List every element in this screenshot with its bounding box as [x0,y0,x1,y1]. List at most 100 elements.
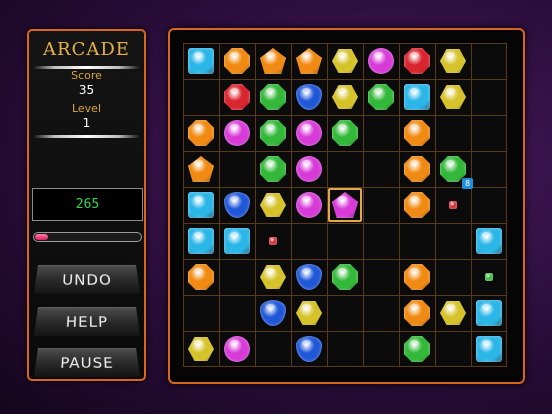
board-cell[interactable] [327,259,363,295]
board-cell[interactable] [219,187,255,223]
blue-gem-icon [404,84,430,110]
board-cell[interactable] [399,43,435,79]
board-cell[interactable] [183,331,219,367]
yellow-gem-icon [440,85,466,109]
board-cell[interactable] [255,43,291,79]
pause-button[interactable]: PAUSE [33,348,141,377]
green-gem-icon [260,84,286,110]
board-cell[interactable] [327,79,363,115]
red-gem-icon [269,237,277,245]
board-cell[interactable] [183,187,219,223]
board-cell[interactable] [327,43,363,79]
green-gem-icon [260,120,286,146]
board-cell[interactable] [219,43,255,79]
orange-gem-icon [404,300,430,326]
red-gem-icon [224,84,250,110]
yellow-gem-icon [332,85,358,109]
pink-gem-icon [224,336,250,362]
pink-gem-icon [296,156,322,182]
board-cell[interactable] [471,331,507,367]
green-gem-icon [332,264,358,290]
board-cell[interactable] [435,295,471,331]
board-cell[interactable] [219,223,255,259]
board-cell[interactable] [291,43,327,79]
board-cell[interactable] [291,331,327,367]
game-board: 8 [168,28,525,384]
blue-gem-icon [188,192,214,218]
board-cell[interactable] [183,151,219,187]
board-cell[interactable] [399,187,435,223]
board-cell[interactable] [471,259,507,295]
board-cell[interactable] [255,115,291,151]
navy-gem-icon [260,300,286,326]
board-cell[interactable] [291,295,327,331]
side-panel: ARCADE Score 35 Level 1 265 UNDO HELP PA… [27,29,146,381]
pink-gem-icon [296,120,322,146]
board-cell[interactable] [219,331,255,367]
green-gem-icon [485,273,493,281]
board-cell[interactable] [255,151,291,187]
board-cell[interactable] [183,115,219,151]
board-cell[interactable] [291,115,327,151]
yellow-gem-icon [260,193,286,217]
yellow-gem-icon [440,301,466,325]
board-cell[interactable] [255,223,291,259]
board-cell[interactable] [291,187,327,223]
help-button[interactable]: HELP [33,307,141,336]
board-cell[interactable] [471,295,507,331]
red-gem-icon [404,48,430,74]
board-cell[interactable] [399,79,435,115]
board-cell[interactable] [399,259,435,295]
green-gem-icon [368,84,394,110]
board-cell[interactable] [471,223,507,259]
orange-gem-icon [296,48,322,74]
yellow-gem-icon [188,337,214,361]
board-cell[interactable] [399,295,435,331]
orange-gem-icon [188,120,214,146]
orange-gem-icon [260,48,286,74]
board-cell[interactable] [183,259,219,295]
board-cell[interactable] [363,79,399,115]
board-cell[interactable] [435,187,471,223]
board-cell[interactable] [327,115,363,151]
board-cell[interactable] [255,79,291,115]
board-cell[interactable]: 8 [435,151,473,189]
board-cell[interactable] [399,151,435,187]
blue-gem-icon [188,228,214,254]
blue-gem-icon [476,228,502,254]
timer-display: 265 [32,188,143,221]
green-gem-icon [332,120,358,146]
progress-bar-fill [35,234,48,240]
yellow-gem-icon [296,301,322,325]
score-label: Score [71,69,102,82]
gem-grid: 8 [183,43,507,367]
board-cell[interactable] [291,259,327,295]
progress-bar [33,232,142,242]
navy-gem-icon [296,336,322,362]
board-cell[interactable] [219,115,255,151]
board-cell[interactable] [183,43,219,79]
board-cell[interactable] [183,223,219,259]
yellow-gem-icon [260,265,286,289]
board-cell[interactable] [435,79,471,115]
board-cell[interactable] [255,259,291,295]
level-label: Level [71,102,102,115]
blue-gem-icon [188,48,214,74]
navy-gem-icon [296,264,322,290]
board-cell[interactable] [255,295,291,331]
board-cell[interactable] [291,79,327,115]
board-cell[interactable] [291,151,327,187]
green-gem-icon [404,336,430,362]
board-cell[interactable] [435,43,471,79]
board-cell[interactable] [327,187,363,223]
yellow-gem-icon [440,49,466,73]
pink-gem-icon [368,48,394,74]
navy-gem-icon [296,84,322,110]
board-cell[interactable] [399,115,435,151]
orange-gem-icon [404,264,430,290]
board-cell[interactable] [255,187,291,223]
undo-button[interactable]: UNDO [33,265,141,294]
board-cell[interactable] [363,43,399,79]
board-cell[interactable] [399,331,435,367]
board-cell[interactable] [219,79,255,115]
